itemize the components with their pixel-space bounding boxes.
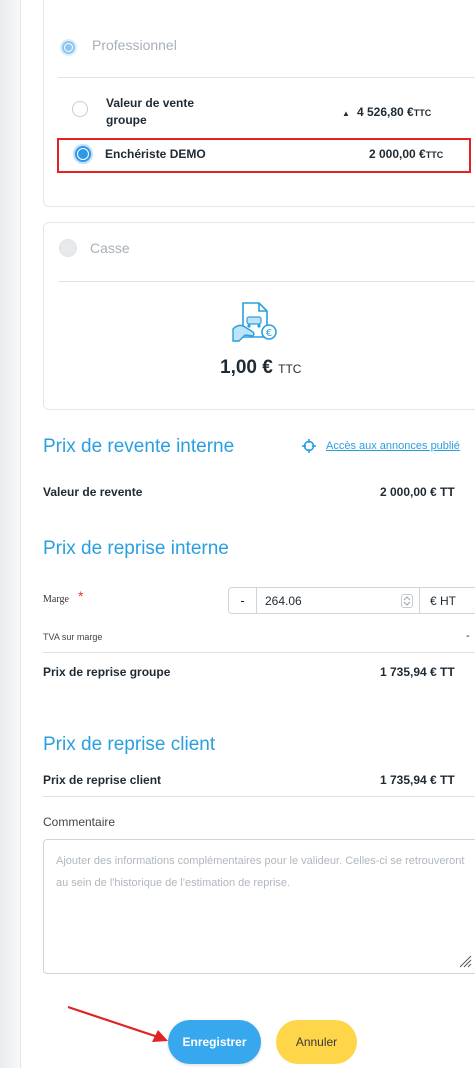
save-button[interactable]: Enregistrer [168, 1020, 261, 1064]
resize-handle-icon[interactable] [458, 954, 472, 968]
comment-textarea[interactable]: Ajouter des informations complémentaires… [43, 839, 475, 974]
tva-label: TVA sur marge [43, 632, 103, 642]
divider [43, 796, 475, 797]
professional-radio[interactable] [60, 39, 77, 56]
encheriste-radio[interactable] [73, 144, 93, 164]
marge-input[interactable]: 264.06 [256, 587, 420, 614]
marge-sign-select[interactable]: - [228, 587, 257, 614]
casse-card: Casse € 1,00 € TTC [43, 222, 475, 410]
marge-unit: € HT [419, 587, 475, 614]
revente-title: Prix de revente interne [43, 436, 235, 457]
svg-text:€: € [266, 328, 272, 339]
valeur-revente-label: Valeur de revente [43, 485, 143, 499]
required-marker: * [78, 588, 84, 604]
casse-radio[interactable] [59, 239, 77, 257]
divider [58, 77, 475, 78]
tva-value: - [466, 630, 470, 642]
professional-label: Professionnel [92, 37, 177, 53]
reprise-groupe-label: Prix de reprise groupe [43, 665, 171, 679]
casse-amount: 1,00 € TTC [220, 357, 302, 378]
cancel-button[interactable]: Annuler [276, 1020, 357, 1064]
divider [43, 652, 475, 653]
reprise-interne-title: Prix de reprise interne [43, 538, 229, 559]
reprise-client-title: Prix de reprise client [43, 734, 216, 755]
annotation-arrow-icon [66, 1004, 172, 1044]
professional-card: Professionnel Valeur de vente groupe ▲ 4… [43, 0, 475, 207]
up-arrow-icon: ▲ [342, 109, 350, 118]
encheriste-value: 2 000,00 €TTC [369, 147, 444, 161]
page-gutter [0, 0, 20, 1068]
document-car-euro-icon: € [229, 299, 279, 345]
valeur-vente-label: Valeur de vente groupe [106, 96, 195, 127]
valeur-revente-value: 2 000,00 € TT [380, 485, 455, 499]
number-stepper-icon[interactable] [401, 594, 413, 608]
valeur-vente-radio[interactable] [72, 101, 88, 117]
valeur-vente-value: 4 526,80 €TTC [357, 105, 432, 119]
marge-label: Marge [43, 594, 69, 605]
encheriste-label: Enchériste DEMO [105, 147, 206, 161]
reprise-client-value: 1 735,94 € TT [380, 773, 455, 787]
reprise-groupe-value: 1 735,94 € TT [380, 665, 455, 679]
reprise-client-label: Prix de reprise client [43, 773, 162, 787]
annonces-link[interactable]: Accès aux annonces publié [326, 440, 460, 452]
target-icon [302, 439, 316, 453]
divider [58, 281, 475, 282]
casse-label: Casse [90, 240, 130, 256]
comment-label: Commentaire [43, 815, 116, 829]
